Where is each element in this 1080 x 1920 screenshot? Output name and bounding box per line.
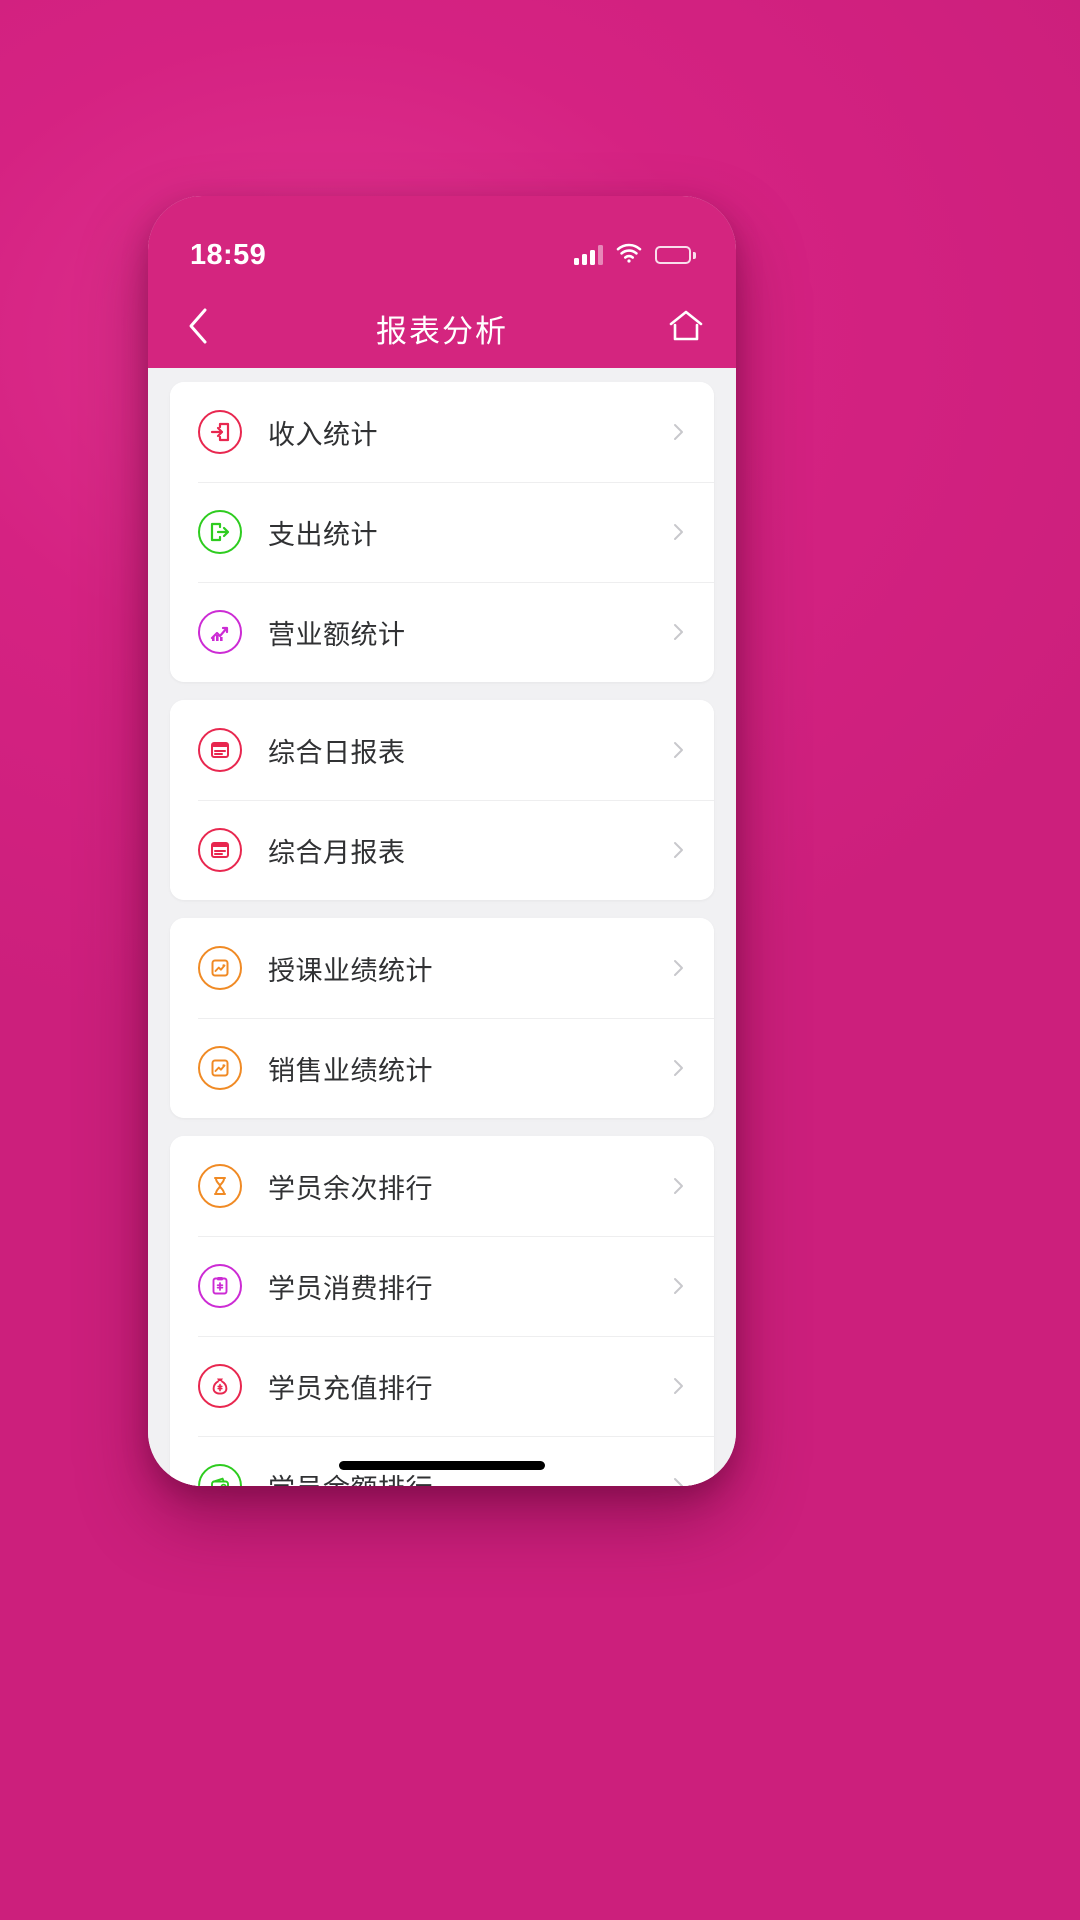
chevron-right-icon bbox=[666, 838, 690, 862]
list-item-label: 营业额统计 bbox=[268, 619, 406, 650]
arrow-into-box-icon bbox=[198, 410, 242, 454]
home-icon bbox=[668, 309, 704, 348]
chevron-right-icon bbox=[666, 1056, 690, 1080]
list-item[interactable]: 学员消费排行 bbox=[170, 1236, 714, 1336]
chevron-left-icon bbox=[187, 307, 209, 350]
home-button[interactable] bbox=[662, 304, 710, 352]
list-item-label: 授课业绩统计 bbox=[268, 955, 433, 986]
list-item[interactable]: 收入统计 bbox=[170, 382, 714, 482]
chevron-right-icon bbox=[666, 1374, 690, 1398]
hourglass-icon bbox=[198, 1164, 242, 1208]
list-item-label: 学员充值排行 bbox=[268, 1373, 433, 1404]
chevron-right-icon bbox=[666, 1174, 690, 1198]
page-title: 报表分析 bbox=[376, 313, 508, 349]
list-item-label: 学员余次排行 bbox=[268, 1173, 433, 1204]
list-item[interactable]: 营业额统计 bbox=[170, 582, 714, 682]
list-item[interactable]: 销售业绩统计 bbox=[170, 1018, 714, 1118]
status-bar-icons bbox=[574, 243, 696, 268]
back-button[interactable] bbox=[174, 304, 222, 352]
list-item[interactable]: 学员余次排行 bbox=[170, 1136, 714, 1236]
trending-chart-icon bbox=[198, 610, 242, 654]
list-item-label: 收入统计 bbox=[268, 419, 378, 450]
status-bar: 18:59 bbox=[148, 196, 736, 288]
list-item[interactable]: 授课业绩统计 bbox=[170, 918, 714, 1018]
list-item[interactable]: 支出统计 bbox=[170, 482, 714, 582]
chevron-right-icon bbox=[666, 620, 690, 644]
clipboard-money-icon bbox=[198, 1264, 242, 1308]
report-group: 收入统计 支出统计 营业额统计 bbox=[170, 382, 714, 682]
chevron-right-icon bbox=[666, 420, 690, 444]
wallet-icon bbox=[198, 1464, 242, 1486]
list-item[interactable]: 综合月报表 bbox=[170, 800, 714, 900]
report-table-icon bbox=[198, 728, 242, 772]
chevron-right-icon bbox=[666, 1474, 690, 1486]
list-item-label: 支出统计 bbox=[268, 519, 378, 550]
home-indicator bbox=[339, 1461, 545, 1470]
list-item-label: 综合日报表 bbox=[268, 737, 406, 768]
report-group: 综合日报表 综合月报表 bbox=[170, 700, 714, 900]
money-bag-icon bbox=[198, 1364, 242, 1408]
chevron-right-icon bbox=[666, 1274, 690, 1298]
list-item-label: 综合月报表 bbox=[268, 837, 406, 868]
chart-square-icon bbox=[198, 1046, 242, 1090]
chevron-right-icon bbox=[666, 738, 690, 762]
list-item-label: 销售业绩统计 bbox=[268, 1055, 433, 1086]
arrow-out-of-box-icon bbox=[198, 510, 242, 554]
report-list-scroll[interactable]: 收入统计 支出统计 营业额统计 综合日报表 综合月报表 授课业绩统计 销售业绩统… bbox=[148, 368, 736, 1486]
chevron-right-icon bbox=[666, 520, 690, 544]
chart-square-icon bbox=[198, 946, 242, 990]
phone-frame: 18:59 报表分析 收入统计 支出统计 营业额统计 综合日报表 综合月报表 授… bbox=[148, 196, 736, 1486]
report-table-icon bbox=[198, 828, 242, 872]
navigation-bar: 报表分析 bbox=[148, 288, 736, 368]
signal-bars-icon bbox=[574, 245, 603, 265]
battery-icon bbox=[655, 246, 696, 264]
list-item-label: 学员消费排行 bbox=[268, 1273, 433, 1304]
wifi-icon bbox=[616, 243, 642, 268]
list-item[interactable]: 学员充值排行 bbox=[170, 1336, 714, 1436]
list-item[interactable]: 综合日报表 bbox=[170, 700, 714, 800]
chevron-right-icon bbox=[666, 956, 690, 980]
report-group: 学员余次排行 学员消费排行 学员充值排行 bbox=[170, 1136, 714, 1486]
status-bar-time: 18:59 bbox=[190, 238, 267, 271]
report-group: 授课业绩统计 销售业绩统计 bbox=[170, 918, 714, 1118]
